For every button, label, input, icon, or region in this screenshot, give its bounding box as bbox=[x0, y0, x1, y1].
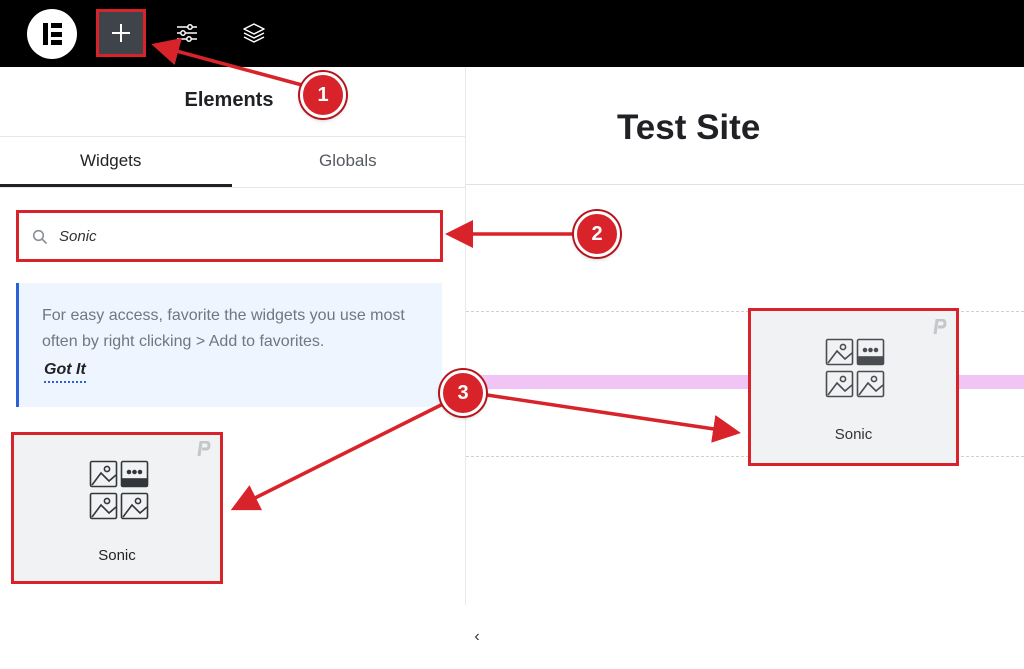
elementor-logo-icon[interactable] bbox=[27, 9, 77, 59]
add-element-button[interactable] bbox=[96, 9, 146, 57]
search-icon bbox=[32, 229, 48, 245]
layers-icon bbox=[243, 23, 265, 43]
sliders-icon bbox=[177, 24, 197, 42]
arrow-3a bbox=[486, 393, 741, 443]
pro-icon bbox=[197, 441, 211, 457]
editor-top-bar bbox=[0, 0, 1024, 67]
dragged-widget-sonic[interactable]: Sonic bbox=[748, 308, 959, 466]
divider bbox=[466, 184, 1024, 185]
tab-widgets[interactable]: Widgets bbox=[80, 151, 141, 171]
site-title: Test Site bbox=[617, 108, 761, 147]
panel-title: Elements bbox=[184, 89, 274, 111]
collapse-panel-button[interactable]: ‹ bbox=[462, 605, 492, 669]
favorites-notice: For easy access, favorite the widgets yo… bbox=[16, 283, 442, 407]
site-settings-button[interactable] bbox=[162, 9, 212, 57]
divider bbox=[0, 136, 466, 137]
step-badge-2: 2 bbox=[574, 211, 620, 257]
search-input-value: Sonic bbox=[59, 228, 97, 245]
widget-label: Sonic bbox=[834, 426, 873, 443]
structure-button[interactable] bbox=[229, 9, 279, 57]
notice-text: For easy access, favorite the widgets yo… bbox=[42, 307, 405, 350]
widget-search-input[interactable]: Sonic bbox=[16, 210, 443, 262]
widget-label: Sonic bbox=[98, 547, 136, 564]
plus-icon bbox=[112, 24, 130, 42]
step-badge-3: 3 bbox=[440, 370, 486, 416]
chevron-left-icon: ‹ bbox=[474, 628, 480, 645]
widget-sonic[interactable]: Sonic bbox=[11, 432, 223, 584]
tab-globals[interactable]: Globals bbox=[319, 151, 377, 171]
gallery-grid-icon bbox=[89, 460, 149, 520]
step-badge-1: 1 bbox=[300, 72, 346, 118]
got-it-link[interactable]: Got It bbox=[44, 361, 86, 383]
divider bbox=[0, 187, 466, 188]
gallery-grid-icon bbox=[825, 338, 885, 398]
elements-panel: Elements Widgets Globals Sonic For easy … bbox=[0, 67, 466, 669]
pro-icon bbox=[933, 319, 947, 335]
